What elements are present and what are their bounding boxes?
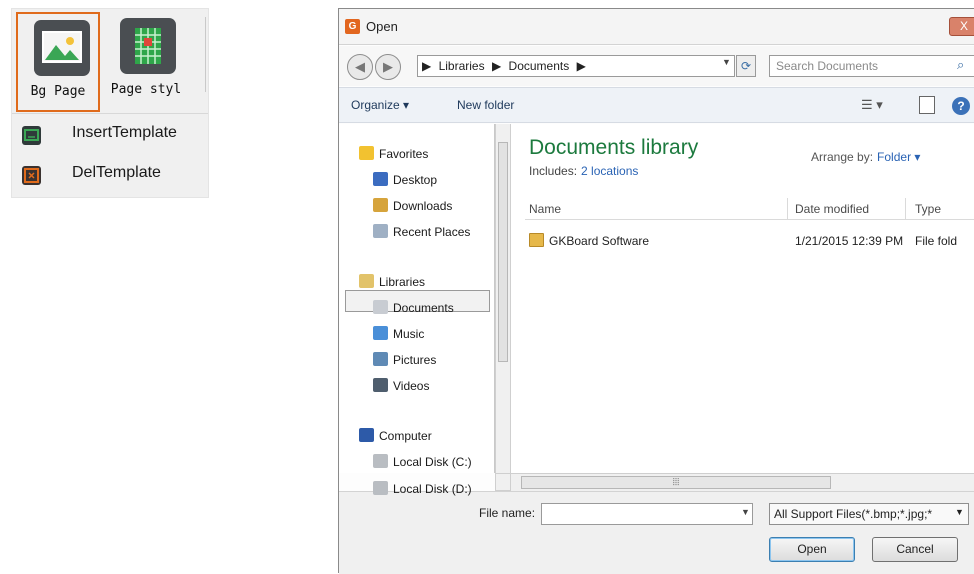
arrange-by-dropdown[interactable]: Folder ▾ [877, 150, 920, 164]
scroll-corner [495, 473, 511, 491]
videos-icon [373, 378, 388, 392]
nav-downloads[interactable]: Downloads [373, 198, 452, 218]
organize-button[interactable]: Organize ▾ [351, 98, 409, 112]
nav-local-disk-d[interactable]: Local Disk (D:) [373, 481, 472, 501]
documents-icon [373, 300, 388, 314]
libraries-icon [359, 274, 374, 288]
ribbon-panel: Bg Page Page styl InsertTemplate DelTemp… [11, 8, 209, 198]
nav-music[interactable]: Music [373, 326, 424, 346]
insert-template-label: InsertTemplate [72, 124, 177, 141]
open-button[interactable]: Open [769, 537, 855, 562]
library-title: Documents library [529, 136, 699, 159]
insert-template-menu-item[interactable]: InsertTemplate [12, 118, 208, 152]
breadcrumb-libraries[interactable]: Libraries [439, 59, 485, 73]
column-divider[interactable] [905, 198, 906, 220]
bg-page-button[interactable]: Bg Page [16, 12, 100, 112]
nav-scrollbar[interactable] [495, 124, 511, 473]
row-date: 1/21/2015 12:39 PM [795, 234, 904, 248]
locations-link[interactable]: 2 locations [581, 164, 638, 178]
toolbar-divider [205, 17, 206, 92]
breadcrumb-sep-icon: ▶ [422, 59, 432, 73]
drive-icon [373, 454, 388, 468]
drive-icon [373, 481, 388, 495]
delete-template-icon [22, 166, 41, 185]
close-button[interactable]: X [949, 17, 974, 36]
open-file-dialog: G Open X ◀ ▶ ▶ Libraries ▶ Documents ▶ ▼… [338, 8, 974, 574]
horizontal-scroll-thumb[interactable]: ⦙⦙⦙ [521, 476, 831, 489]
grid-page-icon [120, 18, 176, 74]
chevron-down-icon[interactable]: ▼ [955, 507, 964, 517]
downloads-icon [373, 198, 388, 212]
file-type-select[interactable]: All Support Files(*.bmp;*.jpg;* [769, 503, 969, 525]
computer-icon [359, 428, 374, 442]
desktop-icon [373, 172, 388, 186]
table-row[interactable]: GKBoard Software 1/21/2015 12:39 PM File… [525, 230, 974, 252]
delete-template-menu-item[interactable]: DelTemplate [12, 158, 208, 192]
star-icon [359, 146, 374, 160]
breadcrumb-sep-icon: ▶ [491, 59, 502, 73]
address-bar: ◀ ▶ ▶ Libraries ▶ Documents ▶ ▼ ⟳ Search… [339, 46, 974, 86]
delete-template-label: DelTemplate [72, 164, 161, 181]
refresh-button[interactable]: ⟳ [736, 55, 756, 77]
bg-page-label: Bg Page [30, 84, 86, 99]
forward-button[interactable]: ▶ [375, 54, 401, 80]
nav-computer[interactable]: Computer [359, 428, 432, 448]
row-type: File fold [915, 234, 958, 248]
image-icon [34, 20, 90, 76]
breadcrumb-documents[interactable]: Documents [509, 59, 570, 73]
dialog-title: Open [366, 19, 398, 34]
arrange-by: Arrange by: Folder ▾ [811, 150, 921, 164]
includes-info: Includes: 2 locations [529, 164, 639, 178]
row-name: GKBoard Software [549, 234, 650, 248]
search-icon[interactable]: ⌕ [957, 57, 964, 73]
new-folder-button[interactable]: New folder [457, 98, 514, 112]
folder-icon [529, 233, 544, 247]
menu-divider [12, 113, 208, 114]
column-divider[interactable] [787, 198, 788, 220]
nav-desktop[interactable]: Desktop [373, 172, 437, 192]
breadcrumb[interactable]: ▶ Libraries ▶ Documents ▶ [417, 55, 735, 77]
back-button[interactable]: ◀ [347, 54, 373, 80]
preview-pane-icon[interactable] [919, 96, 935, 114]
nav-scroll-thumb[interactable] [498, 142, 508, 362]
chevron-down-icon[interactable]: ▼ [722, 57, 731, 67]
file-list-pane: Documents library Includes: 2 locations A… [511, 124, 974, 473]
nav-recent-places[interactable]: Recent Places [373, 224, 470, 244]
app-icon: G [345, 19, 360, 34]
file-name-label: File name: [479, 506, 536, 520]
nav-local-disk-c[interactable]: Local Disk (C:) [373, 454, 472, 474]
nav-documents[interactable]: Documents [373, 300, 454, 320]
cancel-button[interactable]: Cancel [872, 537, 958, 562]
navigation-pane: Favorites Desktop Downloads Recent Place… [339, 124, 495, 473]
page-style-label: Page styl [110, 82, 182, 97]
page-style-button[interactable]: Page styl [104, 12, 188, 112]
pictures-icon [373, 352, 388, 366]
chevron-down-icon[interactable]: ▼ [741, 507, 750, 517]
nav-videos[interactable]: Videos [373, 378, 429, 398]
recent-places-icon [373, 224, 388, 238]
column-header-row: Name Date modified Type [525, 198, 974, 220]
search-input[interactable]: Search Documents [769, 55, 974, 77]
breadcrumb-sep-icon: ▶ [576, 59, 586, 73]
views-icon[interactable]: ☰ ▾ [861, 97, 883, 113]
column-type[interactable]: Type [915, 202, 941, 216]
nav-pictures[interactable]: Pictures [373, 352, 436, 372]
dialog-footer: File name: ▼ All Support Files(*.bmp;*.j… [339, 491, 974, 574]
file-name-input[interactable] [541, 503, 753, 525]
nav-libraries[interactable]: Libraries [359, 274, 425, 294]
column-date-modified[interactable]: Date modified [795, 202, 869, 216]
column-name[interactable]: Name [529, 202, 561, 216]
help-icon[interactable]: ? [952, 97, 970, 115]
command-bar: Organize ▾ New folder ☰ ▾ ? [339, 87, 974, 123]
horizontal-scrollbar[interactable]: ⦙⦙⦙ [511, 473, 974, 491]
insert-template-icon [22, 126, 41, 145]
dialog-titlebar: G Open X [339, 9, 974, 45]
music-icon [373, 326, 388, 340]
nav-favorites[interactable]: Favorites [359, 146, 428, 166]
